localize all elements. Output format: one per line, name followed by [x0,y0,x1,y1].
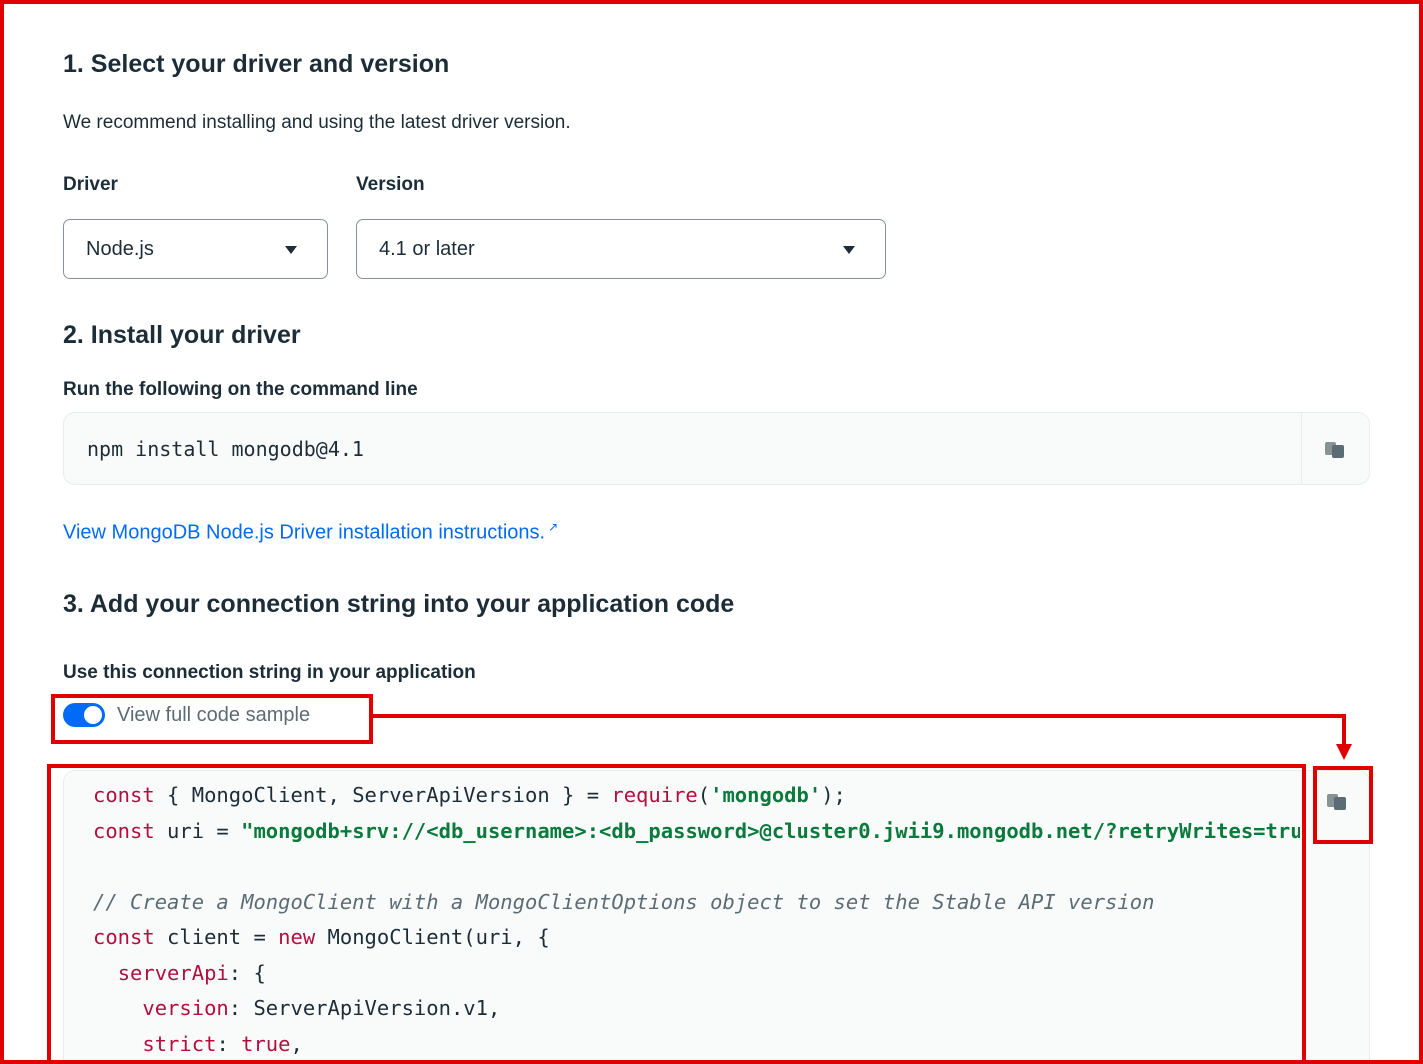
annotation-arrow [373,714,1352,760]
